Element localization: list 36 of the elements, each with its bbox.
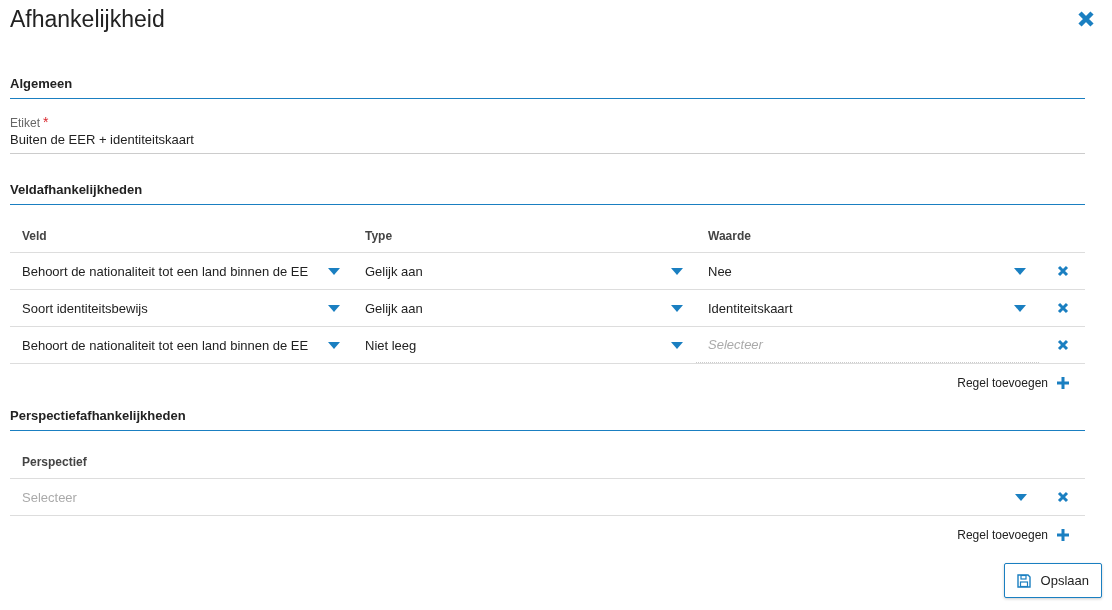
dropdown[interactable]: Nee	[696, 253, 1039, 289]
section-heading: Perspectiefafhankelijkheden	[10, 402, 1085, 431]
dropdown[interactable]: Soort identiteitsbewijs	[10, 290, 353, 326]
caret-icon	[1015, 493, 1027, 501]
save-button[interactable]: Opslaan	[1003, 563, 1102, 598]
caret-icon	[328, 341, 340, 349]
add-row-link[interactable]: Regel toevoegen	[957, 376, 1048, 390]
caret-icon	[1014, 304, 1026, 312]
column-header: Veld	[21, 229, 48, 243]
dropdown[interactable]: Identiteitskaart	[696, 290, 1039, 326]
plus-icon[interactable]	[1057, 377, 1069, 389]
delete-icon[interactable]	[1057, 339, 1069, 351]
add-row-link[interactable]: Regel toevoegen	[957, 528, 1048, 542]
caret-icon	[671, 267, 683, 275]
column-header: Waarde	[707, 229, 752, 243]
plus-icon[interactable]	[1057, 529, 1069, 541]
column-header: Type	[364, 229, 394, 243]
dialog-title: Afhankelijkheid	[10, 5, 165, 33]
required-asterisk: *	[43, 114, 49, 130]
column-header: Perspectief	[21, 455, 88, 469]
delete-icon[interactable]	[1057, 491, 1069, 503]
caret-icon	[328, 304, 340, 312]
dropdown[interactable]: Gelijk aan	[353, 290, 696, 326]
dropdown[interactable]: Niet leeg	[353, 327, 696, 363]
caret-icon	[671, 304, 683, 312]
close-icon[interactable]	[1077, 10, 1095, 28]
field-label: Etiket	[10, 116, 40, 130]
delete-icon[interactable]	[1057, 265, 1069, 277]
dropdown[interactable]: Behoort de nationaliteit tot een land binnen de EE	[10, 327, 353, 363]
caret-icon	[1014, 267, 1026, 275]
caret-icon	[328, 267, 340, 275]
delete-icon[interactable]	[1057, 302, 1069, 314]
dropdown[interactable]: Gelijk aan	[353, 253, 696, 289]
caret-icon	[671, 341, 683, 349]
dropdown[interactable]: Behoort de nationaliteit tot een land binnen de EE	[10, 253, 353, 289]
section-heading: Algemeen	[10, 34, 1085, 99]
